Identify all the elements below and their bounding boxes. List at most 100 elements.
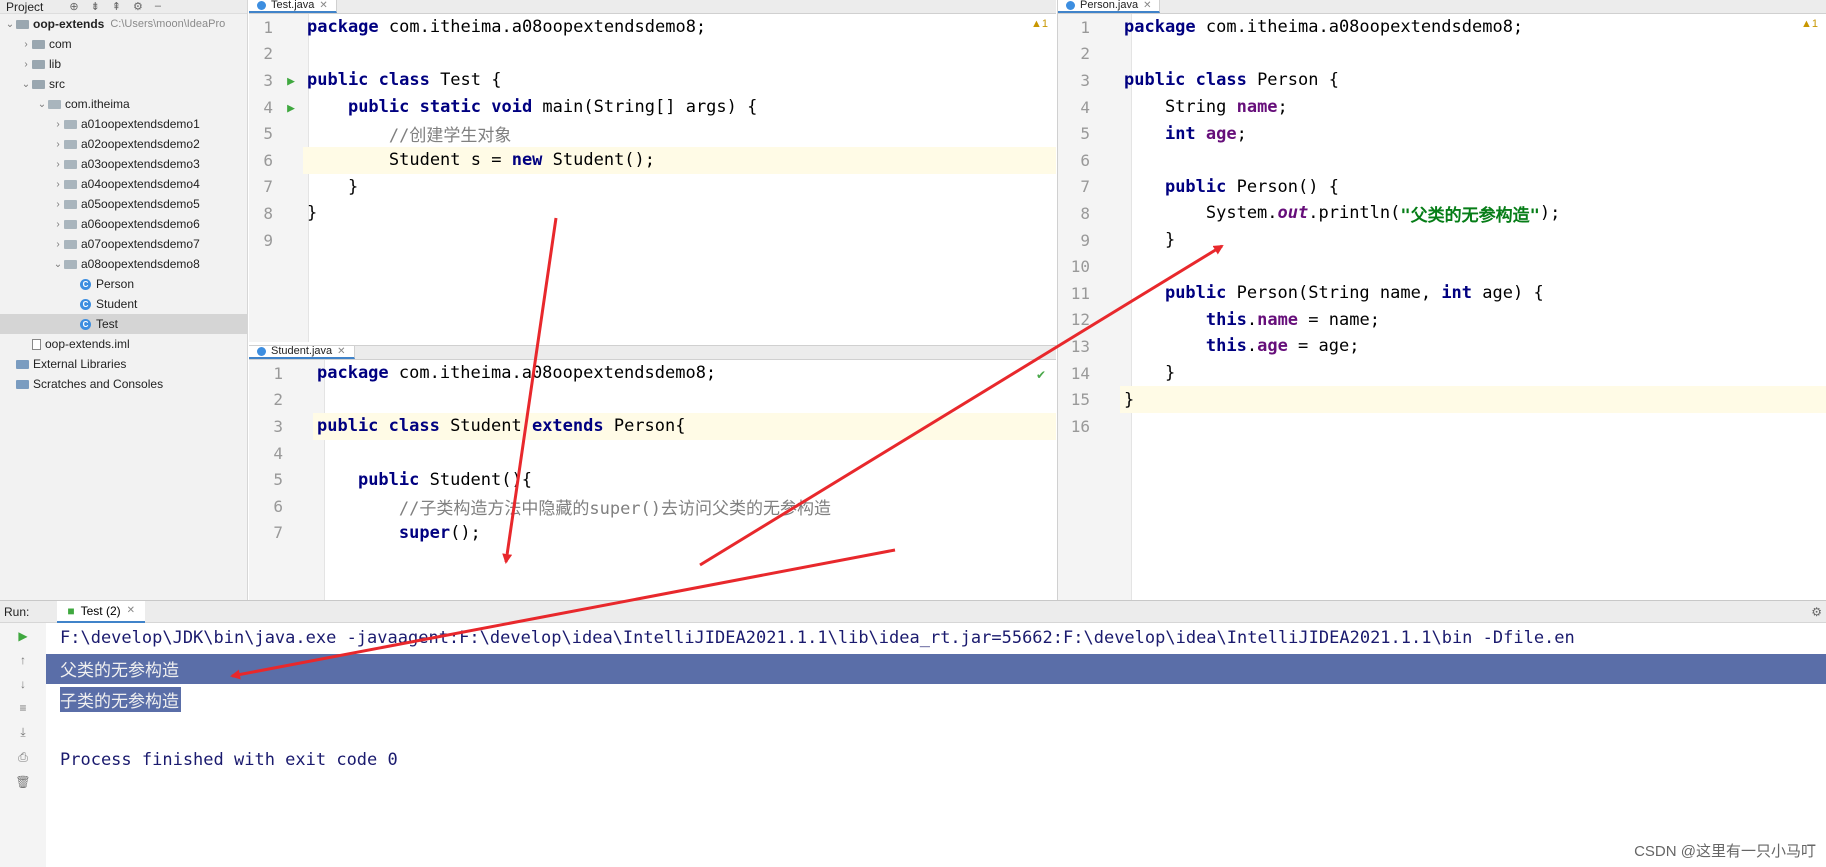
run-tab[interactable]: ■ Test (2) ✕ [57,600,146,623]
line-number[interactable]: 12 [1066,310,1096,329]
project-title[interactable]: Project [6,0,43,14]
locate-icon[interactable]: ⊕ [69,0,78,13]
code-line[interactable]: 4 String name; [1066,94,1826,121]
line-number[interactable]: 14 [1066,364,1096,383]
code-text[interactable]: public Student(){ [313,466,1056,493]
code-lines[interactable]: 1 package com.itheima.a08oopextendsdemo8;… [1058,14,1826,440]
chevron-right-icon[interactable]: › [52,239,64,250]
code-line[interactable]: 3 public class Student extends Person{ [259,413,1056,440]
tree-item-lib[interactable]: › lib [0,54,247,74]
line-number[interactable]: 5 [259,470,289,489]
code-line[interactable]: 5 int age; [1066,120,1826,147]
chevron-down-icon[interactable]: ⌄ [52,259,64,270]
tree-item-person[interactable]: C Person [0,274,247,294]
run-gutter-icon[interactable]: ▶ [279,97,303,117]
code-line[interactable]: 6 Student s = new Student(); [249,146,1056,174]
chevron-right-icon[interactable]: › [52,159,64,170]
code-line[interactable]: 3 public class Person { [1066,67,1826,94]
code-line[interactable]: 4 ▶ public static void main(String[] args… [249,94,1056,121]
close-icon[interactable]: ✕ [1143,0,1151,11]
code-line[interactable]: 12 this. name = name; [1066,307,1826,334]
code-line[interactable]: 9 [249,227,1056,254]
line-number[interactable]: 1 [1066,18,1096,37]
code-text[interactable] [313,387,1056,414]
code-line[interactable]: 8 System. out .println("父类的无参构造"); [1066,200,1826,227]
tree-item-com[interactable]: › com [0,34,247,54]
code-text[interactable]: int age; [1120,120,1826,147]
code-text[interactable]: public Person(String name, int age) { [1120,280,1826,307]
gear-icon[interactable]: ⚙ [133,0,143,13]
chevron-right-icon[interactable]: › [20,39,32,50]
editor-student[interactable]: Student.java ✕ ✔ 1 package com.itheima.a0… [249,345,1056,600]
line-number[interactable]: 9 [249,231,279,250]
line-number[interactable]: 8 [249,204,279,223]
tree-item-a07oopextendsdemo7[interactable]: › a07oopextendsdemo7 [0,234,247,254]
code-text[interactable]: } [1120,360,1826,387]
close-icon[interactable]: ✕ [337,346,345,357]
code-line[interactable]: 10 [1066,253,1826,280]
code-line[interactable]: 7 } [249,174,1056,201]
code-line[interactable]: 16 [1066,413,1826,440]
tab-test-java[interactable]: Test.java ✕ [249,0,337,13]
chevron-right-icon[interactable]: › [52,219,64,230]
line-number[interactable]: 9 [1066,231,1096,250]
code-line[interactable]: 1 package com.itheima.a08oopextendsdemo8; [1066,14,1826,41]
chevron-right-icon[interactable]: › [52,139,64,150]
tree-item-a05oopextendsdemo5[interactable]: › a05oopextendsdemo5 [0,194,247,214]
code-text[interactable]: public class Student extends Person{ [313,413,1056,440]
line-number[interactable]: 13 [1066,337,1096,356]
line-number[interactable]: 16 [1066,417,1096,436]
code-line[interactable]: 2 [249,41,1056,68]
line-number[interactable]: 4 [249,98,279,117]
line-number[interactable]: 6 [249,151,279,170]
line-number[interactable]: 3 [259,417,289,436]
line-number[interactable]: 7 [259,523,289,542]
line-number[interactable]: 2 [249,44,279,63]
chevron-down-icon[interactable]: ⌄ [20,79,32,90]
code-line[interactable]: 1 package com.itheima.a08oopextendsdemo8; [259,360,1056,387]
code-lines[interactable]: 1 package com.itheima.a08oopextendsdemo8;… [249,360,1056,546]
code-text[interactable] [303,41,1056,68]
code-text[interactable]: //子类构造方法中隐藏的super()去访问父类的无参构造 [313,493,1056,520]
editor-person[interactable]: Person.java ✕ ▲1 1 package com.itheima.a0… [1057,0,1826,600]
soft-wrap-icon[interactable]: ≡ [19,701,26,715]
code-line[interactable]: 4 [259,440,1056,467]
chevron-down-icon[interactable]: ⌄ [4,19,16,30]
code-text[interactable]: } [1120,227,1826,254]
tree-item-test[interactable]: C Test [0,314,247,334]
line-number[interactable]: 6 [259,497,289,516]
tree-item-a04oopextendsdemo4[interactable]: › a04oopextendsdemo4 [0,174,247,194]
line-number[interactable]: 11 [1066,284,1096,303]
code-text[interactable]: package com.itheima.a08oopextendsdemo8; [1120,14,1826,41]
expand-all-icon[interactable]: ⇞ [112,0,121,13]
code-line[interactable]: 3 ▶ public class Test { [249,67,1056,94]
tree-item-src[interactable]: ⌄ src [0,74,247,94]
code-text[interactable]: super (); [313,520,1056,547]
line-number[interactable]: 3 [1066,71,1096,90]
chevron-right-icon[interactable]: › [52,199,64,210]
code-line[interactable]: 2 [1066,41,1826,68]
code-text[interactable]: Student s = new Student(); [303,146,1056,174]
line-number[interactable]: 6 [1066,151,1096,170]
up-icon[interactable]: ↑ [20,653,26,667]
code-text[interactable]: package com.itheima.a08oopextendsdemo8; [313,360,1056,387]
code-text[interactable] [1120,147,1826,174]
code-text[interactable]: } [303,174,1056,201]
code-line[interactable]: 6 [1066,147,1826,174]
close-icon[interactable]: ✕ [319,0,327,11]
code-text[interactable]: //创建学生对象 [303,120,1056,147]
console-output[interactable]: F:\develop\JDK\bin\java.exe -javaagent:F… [46,623,1826,867]
tree-item-oop-extends-iml[interactable]: oop-extends.iml [0,334,247,354]
line-number[interactable]: 8 [1066,204,1096,223]
chevron-right-icon[interactable]: › [52,179,64,190]
trash-icon[interactable]: 🗑 [15,775,30,789]
line-number[interactable]: 15 [1066,390,1096,409]
project-header[interactable]: Project ⊕ ⇟ ⇞ ⚙ – [0,0,247,14]
line-number[interactable]: 1 [249,18,279,37]
code-line[interactable]: 14 } [1066,360,1826,387]
code-text[interactable]: this. name = name; [1120,307,1826,334]
rerun-icon[interactable]: ▶ [18,629,27,643]
line-number[interactable]: 5 [1066,124,1096,143]
code-text[interactable]: this. age = age; [1120,333,1826,360]
gear-icon[interactable]: ⚙ [1811,605,1822,619]
